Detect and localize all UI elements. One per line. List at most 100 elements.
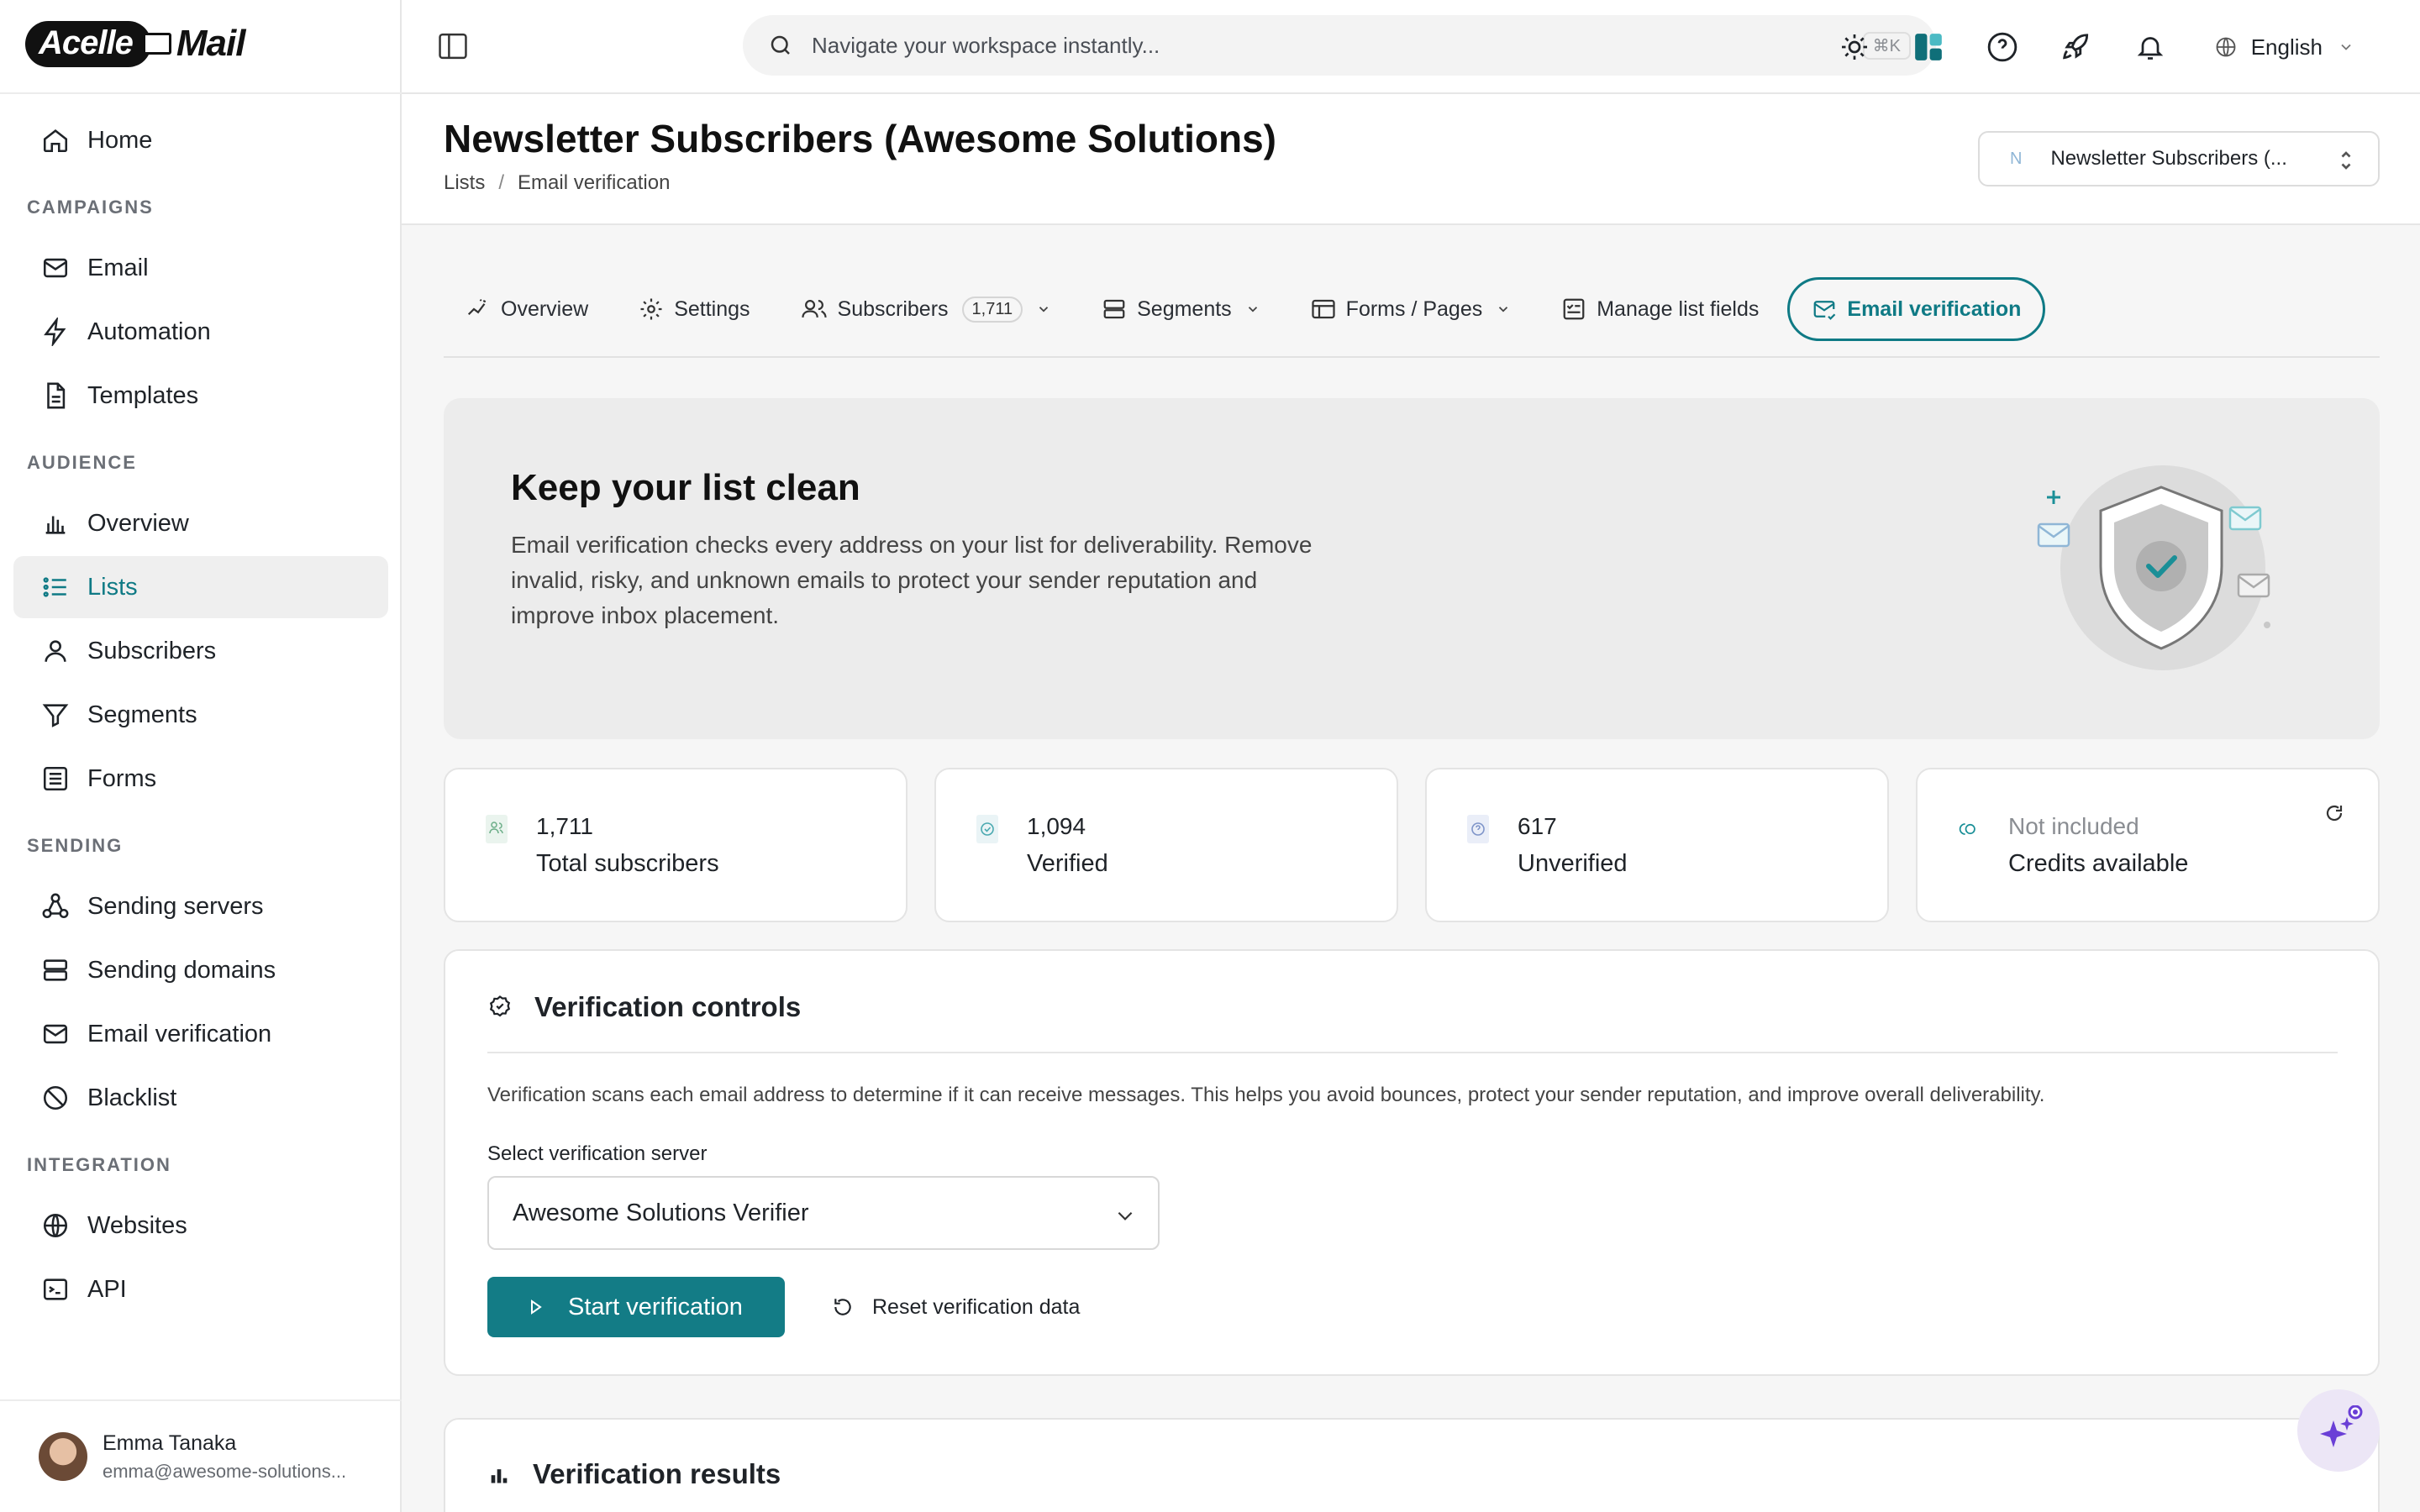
sparkles-icon [2313, 1405, 2364, 1456]
server-select-label: Select verification server [487, 1142, 708, 1165]
stat-card-total: 1,711 Total subscribers [444, 768, 908, 922]
section-campaigns: CAMPAIGNS [27, 197, 154, 218]
filter-icon [40, 700, 71, 730]
sidebar-item-label: Templates [87, 381, 199, 409]
user-profile[interactable]: Emma Tanaka emma@awesome-solutions... [0, 1399, 402, 1512]
subscribers-count-badge: 1,711 [961, 296, 1023, 323]
layout-icon[interactable] [1910, 29, 1947, 66]
sidebar-item-forms[interactable]: Forms [13, 748, 388, 810]
stat-label: Total subscribers [536, 850, 719, 877]
tab-label: Forms / Pages [1345, 297, 1483, 321]
verification-controls-card: Verification controls Verification scans… [444, 949, 2380, 1376]
reset-icon [832, 1296, 854, 1318]
globe-icon [2214, 35, 2238, 59]
sidebar-item-automation[interactable]: Automation [13, 301, 388, 363]
language-selector[interactable]: English [2214, 34, 2354, 60]
list-selector[interactable]: N Newsletter Subscribers (... [1978, 131, 2380, 186]
sidebar-item-api[interactable]: API [13, 1258, 388, 1320]
stat-value: 617 [1518, 813, 1557, 839]
breadcrumb-separator: / [498, 171, 505, 194]
tab-overview[interactable]: Overview [444, 277, 610, 341]
form-icon [40, 764, 71, 794]
mail-icon [40, 1019, 71, 1049]
search-input[interactable]: Navigate your workspace instantly... ⌘K [743, 15, 1936, 76]
users-icon [486, 815, 508, 843]
tab-subscribers[interactable]: Subscribers 1,711 [779, 277, 1074, 341]
logo-text-left: Acelle [25, 20, 151, 67]
sidebar-item-label: Email verification [87, 1020, 272, 1047]
chevron-down-icon [1496, 302, 1511, 317]
gear-icon [639, 297, 664, 322]
tab-manage-list-fields[interactable]: Manage list fields [1539, 277, 1781, 341]
sidebar-toggle-icon[interactable] [437, 32, 469, 60]
tab-label: Email verification [1847, 297, 2022, 321]
tab-settings[interactable]: Settings [617, 277, 771, 341]
server-icon [1102, 297, 1127, 322]
tab-forms-pages[interactable]: Forms / Pages [1289, 277, 1534, 341]
sidebar: Acelle Mail Home CAMPAIGNS Email Automat… [0, 0, 402, 1512]
breadcrumb: Lists / Email verification [444, 171, 670, 195]
section-title: Verification controls [534, 991, 802, 1022]
tab-email-verification[interactable]: Email verification [1787, 277, 2046, 341]
bar-chart-icon [487, 1462, 511, 1486]
sidebar-item-subscribers[interactable]: Subscribers [13, 620, 388, 682]
sun-icon[interactable] [1836, 29, 1873, 66]
results-header: Verification results [487, 1458, 781, 1490]
tab-segments[interactable]: Segments [1080, 277, 1282, 341]
sidebar-item-label: Subscribers [87, 637, 217, 664]
button-label: Reset verification data [872, 1294, 1081, 1319]
section-audience: AUDIENCE [27, 452, 137, 473]
sidebar-item-label: Email [87, 254, 149, 281]
server-icon [40, 955, 71, 985]
sidebar-item-label: Automation [87, 318, 211, 345]
page-title: Newsletter Subscribers (Awesome Solution… [444, 117, 1276, 160]
mail-check-icon [1812, 297, 1837, 322]
sidebar-item-lists[interactable]: Lists [13, 556, 388, 618]
sidebar-divider [0, 92, 402, 94]
sidebar-item-label: Blacklist [87, 1084, 177, 1111]
topbar-actions: English [1836, 0, 2420, 94]
start-verification-button[interactable]: Start verification [487, 1277, 785, 1337]
search-placeholder: Navigate your workspace instantly... [812, 32, 1160, 58]
verified-badge-icon [976, 815, 998, 843]
section-title: Verification results [533, 1458, 781, 1489]
verification-results-card: Verification results [444, 1418, 2380, 1512]
sidebar-item-websites[interactable]: Websites [13, 1194, 388, 1257]
language-label: English [2250, 34, 2323, 60]
verification-server-select[interactable]: Awesome Solutions Verifier [487, 1176, 1160, 1250]
ai-assistant-button[interactable] [2297, 1389, 2380, 1472]
sidebar-item-home[interactable]: Home [13, 109, 388, 171]
refresh-icon[interactable] [2324, 803, 2344, 823]
sidebar-item-email[interactable]: Email [13, 237, 388, 299]
app-logo[interactable]: Acelle Mail [25, 18, 245, 69]
question-icon [1467, 815, 1489, 843]
topbar: Navigate your workspace instantly... ⌘K … [402, 0, 2420, 94]
globe-icon [40, 1210, 71, 1241]
sidebar-item-templates[interactable]: Templates [13, 365, 388, 427]
bell-icon[interactable] [2132, 29, 2169, 66]
help-icon[interactable] [1984, 29, 2021, 66]
stat-label: Credits available [2008, 850, 2189, 877]
sidebar-item-label: Sending servers [87, 892, 264, 920]
envelope-icon [142, 33, 171, 55]
sidebar-item-email-verification[interactable]: Email verification [13, 1003, 388, 1065]
search-icon [768, 33, 793, 58]
coins-icon [1958, 815, 1980, 843]
ban-icon [40, 1083, 71, 1113]
sidebar-item-label: Websites [87, 1211, 187, 1239]
stat-value: 1,711 [536, 813, 593, 839]
sidebar-item-segments[interactable]: Segments [13, 684, 388, 746]
stat-card-credits: Not included Credits available [1916, 768, 2380, 922]
sidebar-item-sending-servers[interactable]: Sending servers [13, 875, 388, 937]
user-email: emma@awesome-solutions... [103, 1460, 347, 1482]
reset-verification-button[interactable]: Reset verification data [832, 1277, 1080, 1337]
sidebar-item-overview[interactable]: Overview [13, 492, 388, 554]
stat-card-unverified: 617 Unverified [1425, 768, 1889, 922]
selected-server: Awesome Solutions Verifier [513, 1199, 809, 1226]
rocket-icon[interactable] [2058, 29, 2095, 66]
breadcrumb-lists[interactable]: Lists [444, 171, 485, 195]
shield-illustration-icon [2035, 457, 2279, 684]
sidebar-item-label: API [87, 1275, 127, 1303]
sidebar-item-sending-domains[interactable]: Sending domains [13, 939, 388, 1001]
sidebar-item-blacklist[interactable]: Blacklist [13, 1067, 388, 1129]
